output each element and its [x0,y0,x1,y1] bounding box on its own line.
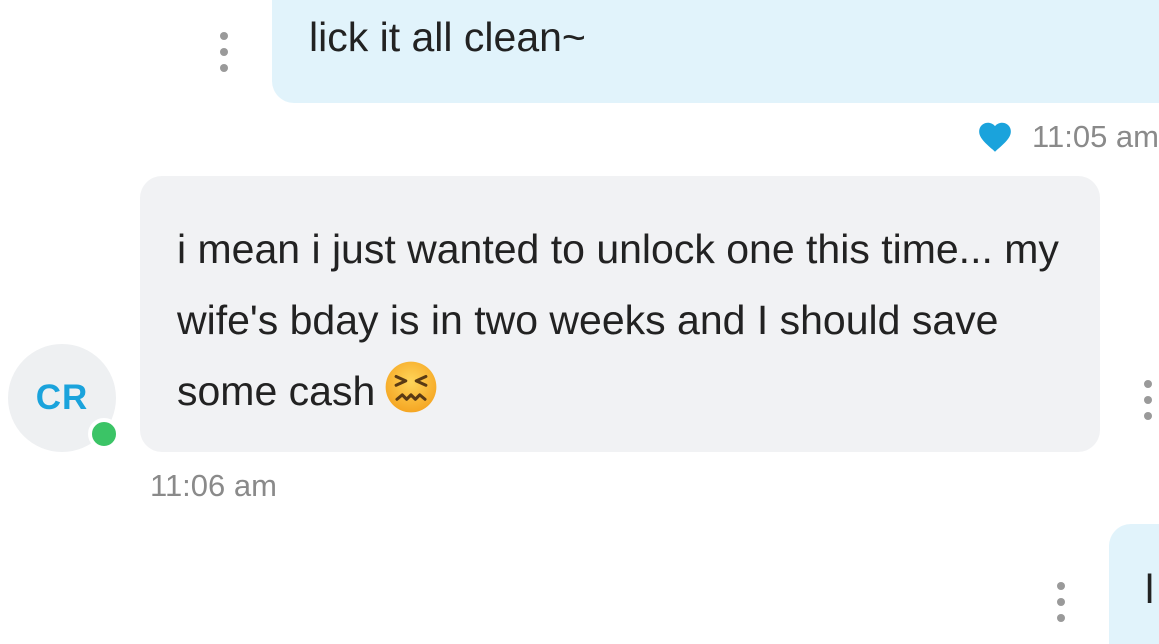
avatar-initials: CR [35,378,89,417]
more-options-icon[interactable] [1141,380,1155,420]
online-status-dot [88,418,120,450]
outgoing-message-bubble[interactable]: lick it all clean~ [272,0,1159,103]
confounded-face-emoji [385,361,437,413]
outgoing-message-bubble[interactable]: l [1109,524,1159,644]
chat-view: lick it all clean~ 11:05 am i mean i jus… [0,0,1159,644]
avatar[interactable]: CR [8,344,120,452]
incoming-message-bubble[interactable]: i mean i just wanted to unlock one this … [140,176,1100,452]
heart-icon[interactable] [976,118,1014,156]
message-timestamp: 11:05 am [1032,119,1159,154]
more-options-icon[interactable] [1054,582,1068,622]
message-text: lick it all clean~ [309,14,586,60]
message-status-row: 11:05 am [976,115,1159,159]
message-text: l [1145,566,1155,612]
message-text: i mean i just wanted to unlock one this … [177,214,1077,427]
message-timestamp: 11:06 am [150,468,277,503]
more-options-icon[interactable] [217,32,231,72]
message-body: i mean i just wanted to unlock one this … [177,226,1059,414]
